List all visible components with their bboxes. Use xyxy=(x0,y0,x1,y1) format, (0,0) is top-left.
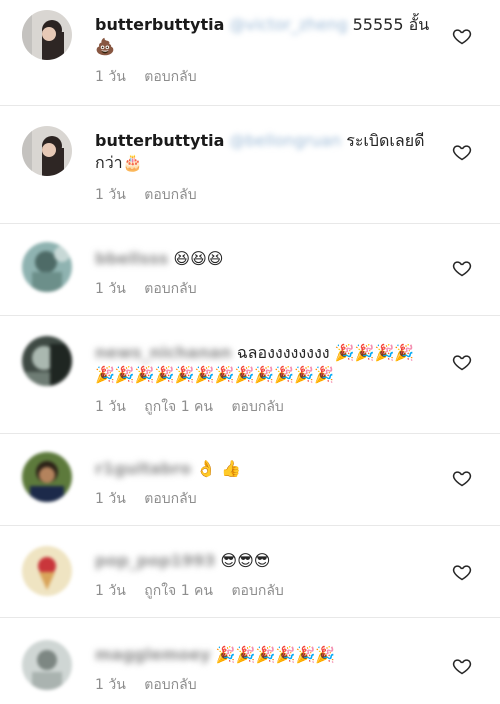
comment-item: magglemoey 🎉🎉🎉🎉🎉🎉 1 วัน ตอบกลับ xyxy=(0,618,500,704)
timestamp: 1 วัน xyxy=(95,491,126,507)
comment-meta: 1 วัน ตอบกลับ xyxy=(95,488,211,510)
comment-text: r1guitabro 👌 👍 xyxy=(95,458,440,480)
timestamp: 1 วัน xyxy=(95,677,126,693)
heart-icon[interactable] xyxy=(452,468,472,488)
mention-link[interactable]: @bellongruan xyxy=(229,131,341,150)
comment-item: news_nichanan ฉลองงงงงงงง 🎉🎉🎉🎉 🎉🎉🎉🎉🎉🎉🎉🎉🎉… xyxy=(0,316,500,434)
comment-meta: 1 วัน ถูกใจ 1 คน ตอบกลับ xyxy=(95,396,298,418)
reply-button[interactable]: ตอบกลับ xyxy=(231,583,283,599)
comment-item: bbellsss 😆😆😆 1 วัน ตอบกลับ xyxy=(0,224,500,316)
comment-body: ฉลองงงงงงงง 🎉🎉🎉🎉 xyxy=(236,343,415,362)
avatar[interactable] xyxy=(22,242,72,292)
comment-body: 👌 👍 xyxy=(196,459,242,478)
comment-item: butterbuttytia @bellongruan ระเบิดเลยดี … xyxy=(0,106,500,224)
like-count[interactable]: ถูกใจ 1 คน xyxy=(144,583,213,599)
username-link[interactable]: butterbuttytia xyxy=(95,131,224,150)
avatar[interactable] xyxy=(22,126,72,176)
comment-text: pop_pop1993 😎😎😎 xyxy=(95,550,440,572)
comment-list: butterbuttytia @victor_zheng 55555 อั้น … xyxy=(0,0,500,704)
comment-body: 😆😆😆 xyxy=(173,249,224,268)
reply-button[interactable]: ตอบกลับ xyxy=(144,491,196,507)
username-link[interactable]: bbellsss xyxy=(95,249,168,268)
like-count[interactable]: ถูกใจ 1 คน xyxy=(144,399,213,415)
comment-item: pop_pop1993 😎😎😎 1 วัน ถูกใจ 1 คน ตอบกลับ xyxy=(0,526,500,618)
comment-text: butterbuttytia @bellongruan ระเบิดเลยดี … xyxy=(95,130,440,174)
heart-icon[interactable] xyxy=(452,142,472,162)
comment-text: magglemoey 🎉🎉🎉🎉🎉🎉 xyxy=(95,644,440,666)
timestamp: 1 วัน xyxy=(95,69,126,85)
comment-meta: 1 วัน ถูกใจ 1 คน ตอบกลับ xyxy=(95,580,298,602)
comment-item: butterbuttytia @victor_zheng 55555 อั้น … xyxy=(0,0,500,106)
heart-icon[interactable] xyxy=(452,258,472,278)
reply-button[interactable]: ตอบกลับ xyxy=(144,187,196,203)
mention-link[interactable]: @victor_zheng xyxy=(229,15,347,34)
comment-text: butterbuttytia @victor_zheng 55555 อั้น … xyxy=(95,14,440,58)
heart-icon[interactable] xyxy=(452,656,472,676)
reply-button[interactable]: ตอบกลับ xyxy=(144,69,196,85)
comment-body-line2: 💩 xyxy=(95,37,115,56)
username-link[interactable]: news_nichanan xyxy=(95,343,232,362)
comment-body: ระเบิดเลยดี xyxy=(346,131,425,150)
reply-button[interactable]: ตอบกลับ xyxy=(144,677,196,693)
username-link[interactable]: r1guitabro xyxy=(95,459,191,478)
timestamp: 1 วัน xyxy=(95,399,126,415)
username-link[interactable]: magglemoey xyxy=(95,645,211,664)
comment-meta: 1 วัน ตอบกลับ xyxy=(95,184,211,206)
comment-text: bbellsss 😆😆😆 xyxy=(95,248,440,270)
timestamp: 1 วัน xyxy=(95,583,126,599)
comment-body: 🎉🎉🎉🎉🎉🎉 xyxy=(215,645,336,664)
heart-icon[interactable] xyxy=(452,352,472,372)
heart-icon[interactable] xyxy=(452,26,472,46)
comment-body: 55555 อั้น xyxy=(352,15,430,34)
username-link[interactable]: butterbuttytia xyxy=(95,15,224,34)
comment-item: r1guitabro 👌 👍 1 วัน ตอบกลับ xyxy=(0,434,500,526)
avatar[interactable] xyxy=(22,336,72,386)
avatar[interactable] xyxy=(22,10,72,60)
reply-button[interactable]: ตอบกลับ xyxy=(144,281,196,297)
avatar[interactable] xyxy=(22,640,72,690)
comment-body-line2: กว่า🎂 xyxy=(95,153,143,172)
username-link[interactable]: pop_pop1993 xyxy=(95,551,215,570)
timestamp: 1 วัน xyxy=(95,187,126,203)
avatar[interactable] xyxy=(22,452,72,502)
comment-text: news_nichanan ฉลองงงงงงงง 🎉🎉🎉🎉 🎉🎉🎉🎉🎉🎉🎉🎉🎉… xyxy=(95,342,440,386)
comment-body-line2: 🎉🎉🎉🎉🎉🎉🎉🎉🎉🎉🎉🎉 xyxy=(95,365,335,384)
comment-meta: 1 วัน ตอบกลับ xyxy=(95,674,211,696)
timestamp: 1 วัน xyxy=(95,281,126,297)
comment-meta: 1 วัน ตอบกลับ xyxy=(95,66,211,88)
comment-body: 😎😎😎 xyxy=(220,551,271,570)
comment-meta: 1 วัน ตอบกลับ xyxy=(95,278,211,300)
avatar[interactable] xyxy=(22,546,72,596)
reply-button[interactable]: ตอบกลับ xyxy=(231,399,283,415)
heart-icon[interactable] xyxy=(452,562,472,582)
